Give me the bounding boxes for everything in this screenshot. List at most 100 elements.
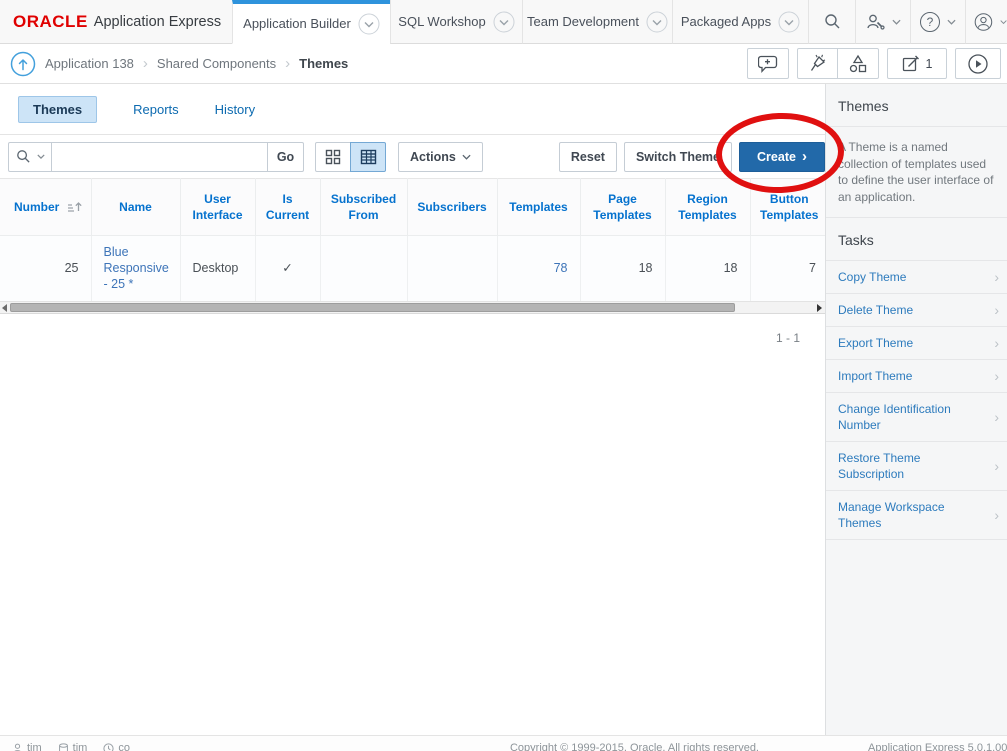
cell-page-templates: 18 [580,236,665,301]
user-account-menu-button[interactable] [965,0,1007,44]
task-label: Change Identification Number [838,401,994,433]
nav-tab-label: SQL Workshop [398,14,485,29]
column-label: Subscribed From [331,192,396,222]
footer-elapsed: co [103,742,130,751]
footer-schema: tim [58,742,88,751]
breadcrumb-shared-components[interactable]: Shared Components [157,56,276,71]
flashlight-icon [808,54,827,73]
database-icon [58,743,69,751]
task-import-theme[interactable]: Import Theme › [826,360,1007,393]
user-icon [12,743,23,751]
breadcrumb-current: Themes [299,56,348,71]
task-label: Export Theme [838,335,994,351]
edit-page-button[interactable]: 1 [887,48,947,79]
nav-tab-label: Team Development [527,14,639,29]
help-menu-button[interactable]: ? [910,0,965,44]
report-view-button[interactable] [350,142,386,172]
column-header-region-templates[interactable]: Region Templates [665,179,750,236]
chevron-down-circle-icon[interactable] [778,11,800,33]
feedback-button[interactable] [747,48,789,79]
theme-name-link[interactable]: Blue Responsive - 25 * [104,245,169,291]
cell-button-templates: 7 [750,236,825,301]
switch-theme-button[interactable]: Switch Theme [624,142,732,172]
tab-themes[interactable]: Themes [18,96,97,123]
chevron-right-icon: › [994,409,999,425]
main-content: Themes Reports History Go [0,84,825,735]
cell-name: Blue Responsive - 25 * [91,236,180,301]
chevron-down-circle-icon[interactable] [493,11,515,33]
column-header-user-interface[interactable]: User Interface [180,179,255,236]
column-header-subscribed-from[interactable]: Subscribed From [320,179,407,236]
search-column-dropdown[interactable] [8,142,52,172]
chevron-down-icon [462,154,471,160]
tab-history[interactable]: History [215,102,255,117]
task-label: Copy Theme [838,269,994,285]
chevron-right-icon: › [994,458,999,474]
column-header-button-templates[interactable]: Button Templates [750,179,825,236]
up-level-icon[interactable] [10,51,36,77]
task-restore-theme-subscription[interactable]: Restore Theme Subscription › [826,442,1007,491]
cell-subscribers [407,236,497,301]
search-input[interactable] [52,142,268,172]
go-button[interactable]: Go [267,142,304,172]
chevron-down-circle-icon[interactable] [358,13,380,35]
footer-user: tim [12,742,42,751]
task-label: Delete Theme [838,302,994,318]
reset-button[interactable]: Reset [559,142,617,172]
chevron-right-icon: › [994,269,999,285]
nav-tab-packaged-apps[interactable]: Packaged Apps [672,0,808,44]
templates-count-link[interactable]: 78 [554,261,568,275]
run-application-button[interactable] [955,48,1001,79]
create-button[interactable]: Create › [739,142,825,172]
footer-elapsed-value: co [118,742,130,751]
chevron-right-icon: › [994,507,999,523]
task-manage-workspace-themes[interactable]: Manage Workspace Themes › [826,491,1007,540]
cell-subscribed-from [320,236,407,301]
breadcrumb: Application 138 › Shared Components › Th… [10,51,348,77]
breadcrumb-bar: Application 138 › Shared Components › Th… [0,44,1007,84]
column-label: Templates [509,200,567,214]
task-delete-theme[interactable]: Delete Theme › [826,294,1007,327]
user-avatar-icon [974,10,993,34]
help-icon: ? [920,12,940,32]
grid-view-icon [325,149,341,165]
theme-roller-button[interactable] [797,48,838,79]
oracle-wordmark: ORACLE [13,12,88,32]
nav-tab-sql-workshop[interactable]: SQL Workshop [390,0,522,44]
report-view-icon [360,149,377,165]
scroll-right-arrow-icon[interactable] [817,304,822,312]
page-action-buttons: 1 [747,48,1001,79]
toolbar-right-buttons: Reset Switch Theme Create › [559,142,825,172]
task-label: Manage Workspace Themes [838,499,994,531]
scrollbar-thumb[interactable] [10,303,735,312]
tab-reports[interactable]: Reports [133,102,179,117]
column-header-templates[interactable]: Templates [497,179,580,236]
breadcrumb-separator: › [285,55,290,72]
cell-number: 25 [0,236,91,301]
chevron-down-circle-icon[interactable] [646,11,668,33]
task-change-identification-number[interactable]: Change Identification Number › [826,393,1007,442]
breadcrumb-separator: › [143,55,148,72]
column-header-number[interactable]: Number [0,179,91,236]
global-search-button[interactable] [808,0,855,44]
icon-view-button[interactable] [315,142,351,172]
task-copy-theme[interactable]: Copy Theme › [826,261,1007,294]
table-header-row: Number Name User Interface Is Current Su… [0,179,825,236]
task-label: Import Theme [838,368,994,384]
footer-user-name: tim [27,742,42,751]
create-label: Create [757,150,796,164]
actions-menu-button[interactable]: Actions [398,142,483,172]
column-label: User Interface [192,192,242,222]
nav-tab-team-development[interactable]: Team Development [522,0,672,44]
column-header-subscribers[interactable]: Subscribers [407,179,497,236]
scroll-left-arrow-icon[interactable] [2,304,7,312]
column-header-name[interactable]: Name [91,179,180,236]
administration-menu-button[interactable] [855,0,910,44]
shared-components-button[interactable] [837,48,879,79]
column-header-is-current[interactable]: Is Current [255,179,320,236]
nav-tab-application-builder[interactable]: Application Builder [232,0,390,44]
horizontal-scrollbar[interactable] [0,301,825,314]
column-header-page-templates[interactable]: Page Templates [580,179,665,236]
task-export-theme[interactable]: Export Theme › [826,327,1007,360]
breadcrumb-application[interactable]: Application 138 [45,56,134,71]
